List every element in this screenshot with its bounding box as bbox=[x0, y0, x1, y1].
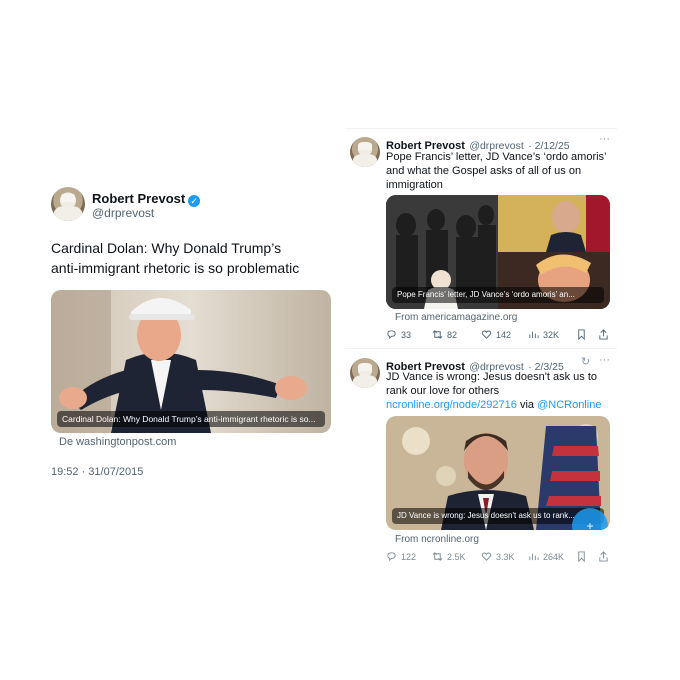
grok-icon[interactable]: ↻ bbox=[581, 355, 590, 368]
link-card-image[interactable]: Cardinal Dolan: Why Donald Trump’s anti-… bbox=[51, 290, 331, 433]
like-button[interactable]: 3.3K bbox=[481, 551, 515, 562]
repost-icon bbox=[432, 552, 443, 561]
like-count: 3.3K bbox=[496, 551, 515, 562]
share-icon bbox=[599, 329, 608, 340]
heart-icon bbox=[481, 330, 492, 339]
share-button[interactable] bbox=[598, 329, 609, 340]
link-card-image[interactable]: Pope Francis’ letter, JD Vance’s ‘ordo a… bbox=[386, 195, 610, 309]
reply-icon bbox=[387, 330, 396, 340]
avatar[interactable] bbox=[51, 187, 85, 221]
avatar[interactable] bbox=[350, 358, 380, 388]
bookmark-icon bbox=[578, 329, 585, 340]
heart-icon bbox=[481, 552, 492, 561]
more-options-icon[interactable]: ··· bbox=[599, 354, 610, 366]
avatar[interactable] bbox=[350, 137, 380, 167]
views-count: 264K bbox=[543, 551, 565, 562]
tweet-text: Pope Francis’ letter, JD Vance’s ‘ordo a… bbox=[386, 151, 607, 191]
card-source[interactable]: De washingtonpost.com bbox=[59, 436, 176, 448]
bookmark-button[interactable] bbox=[576, 329, 587, 340]
repost-button[interactable]: 82 bbox=[432, 329, 457, 340]
views-icon bbox=[529, 331, 539, 339]
reply-icon bbox=[387, 552, 396, 562]
repost-icon bbox=[432, 330, 443, 339]
share-button[interactable] bbox=[598, 551, 609, 562]
tweet-timestamp[interactable]: 19:52 · 31/07/2015 bbox=[51, 466, 143, 478]
repost-count: 82 bbox=[447, 329, 458, 340]
author-handle[interactable]: @drprevost bbox=[92, 206, 154, 220]
reply-count: 122 bbox=[401, 551, 417, 562]
views-count: 32K bbox=[543, 329, 560, 340]
reply-count: 33 bbox=[401, 329, 412, 340]
link-card-image[interactable]: JD Vance is wrong: Jesus doesn't ask us … bbox=[386, 416, 610, 530]
share-icon bbox=[599, 551, 608, 562]
like-count: 142 bbox=[496, 329, 512, 340]
views-button[interactable]: 264K bbox=[528, 551, 564, 562]
card-caption: Cardinal Dolan: Why Donald Trump’s anti-… bbox=[57, 411, 325, 427]
card-source[interactable]: From americamagazine.org bbox=[395, 312, 517, 323]
bookmark-button[interactable] bbox=[576, 551, 587, 562]
reply-button[interactable]: 122 bbox=[386, 551, 416, 562]
repost-button[interactable]: 2.5K bbox=[432, 551, 466, 562]
tweet-link[interactable]: ncronline.org/node/292716 bbox=[386, 399, 517, 411]
card-caption: Pope Francis’ letter, JD Vance’s ‘ordo a… bbox=[392, 287, 604, 303]
more-options-icon[interactable]: ··· bbox=[599, 133, 610, 145]
bookmark-icon bbox=[578, 551, 585, 562]
tweet-text: Cardinal Dolan: Why Donald Trump’s anti-… bbox=[51, 240, 300, 276]
views-icon bbox=[529, 553, 539, 561]
repost-count: 2.5K bbox=[447, 551, 466, 562]
like-button[interactable]: 142 bbox=[481, 329, 511, 340]
reply-button[interactable]: 33 bbox=[386, 329, 411, 340]
mention-link[interactable]: @NCRonline bbox=[537, 399, 601, 411]
views-button[interactable]: 32K bbox=[528, 329, 559, 340]
author-name[interactable]: Robert Prevost ✓ bbox=[92, 191, 201, 207]
card-source[interactable]: From ncronline.org bbox=[395, 534, 479, 545]
verified-badge-icon: ✓ bbox=[188, 195, 201, 207]
tweet-text: JD Vance is wrong: Jesus doesn't ask us … bbox=[386, 371, 602, 411]
